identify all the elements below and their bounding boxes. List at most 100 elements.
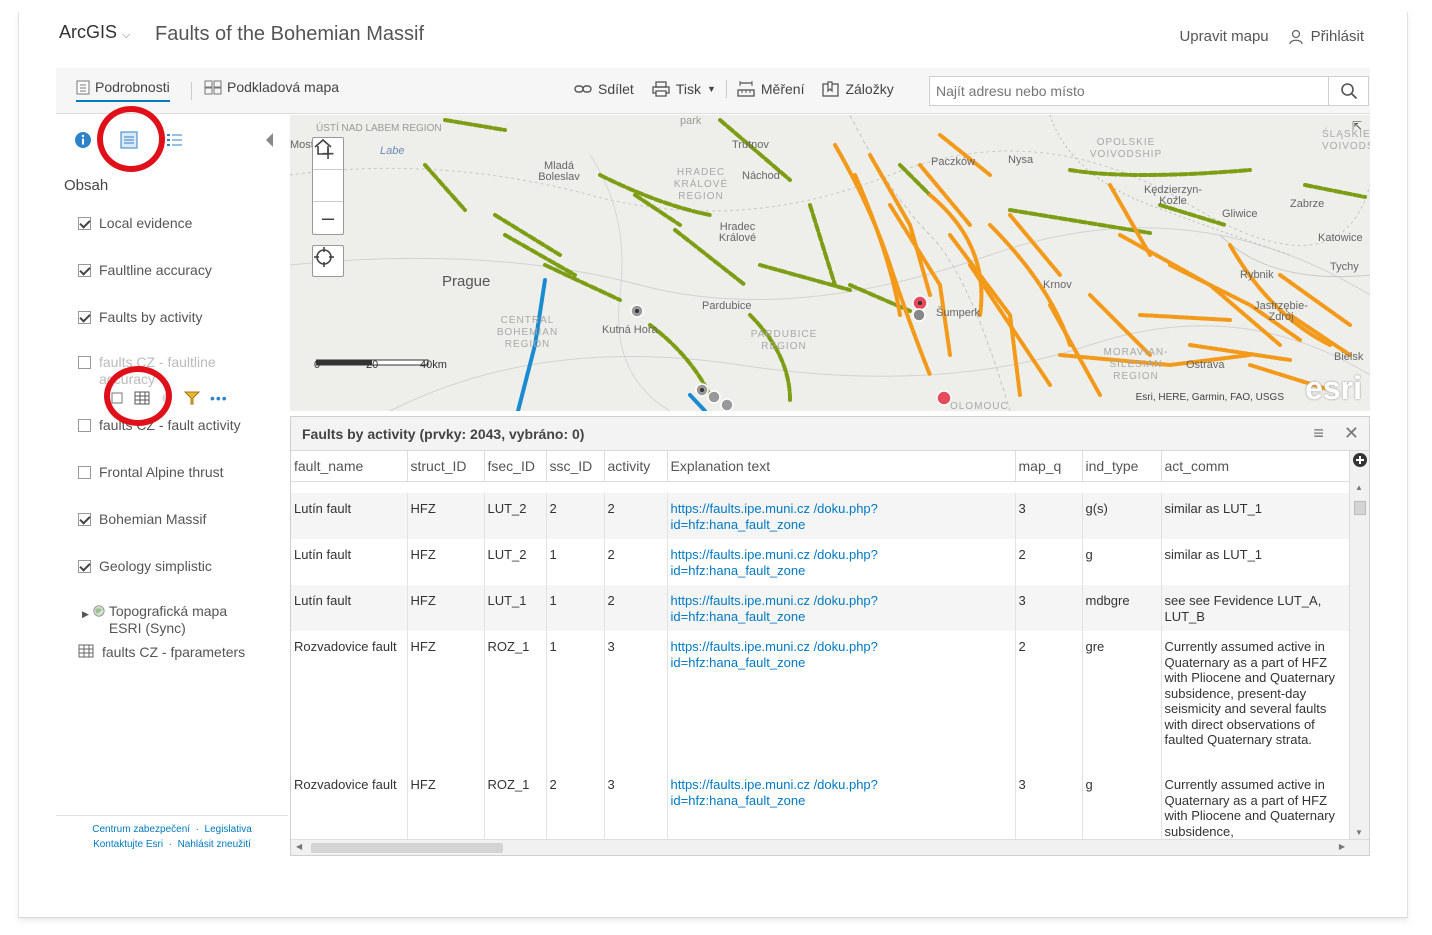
layer-checkbox[interactable]	[78, 513, 91, 526]
sign-in-label: Přihlásit	[1310, 28, 1364, 45]
column-header[interactable]: Explanation text	[667, 451, 1016, 482]
layer-item-basemap[interactable]: ▶ Topografická mapa ESRI (Sync)	[82, 603, 257, 637]
sign-in-link[interactable]: Přihlásit	[1288, 28, 1364, 45]
search-input[interactable]	[930, 77, 1328, 105]
table-row[interactable]: Lutín fault HFZ LUT_1 1 2 https://faults…	[291, 585, 1350, 631]
map-attribution[interactable]: Esri, HERE, Garmin, FAO, USGS	[1136, 392, 1284, 403]
highlight-circle-content	[97, 106, 165, 172]
footer-link[interactable]: Kontaktujte Esri	[93, 839, 163, 850]
search-button[interactable]	[1328, 77, 1368, 105]
scroll-right-icon[interactable]: ▶	[1339, 842, 1345, 851]
table-row[interactable]: Rozvadovice fault HFZ ROZ_1 2 3 https://…	[291, 769, 1350, 845]
vertical-scrollbar[interactable]: ▲ ▼	[1349, 451, 1369, 839]
scroll-thumb[interactable]	[311, 843, 503, 853]
map-label: Hradec Králové	[718, 221, 757, 244]
layer-checkbox[interactable]	[78, 217, 91, 230]
divider	[725, 80, 727, 98]
explanation-link[interactable]: https://faults.ipe.muni.cz /doku.php?id=…	[671, 501, 878, 532]
table-row[interactable]: Rozvadovice fault HFZ ROZ_1 1 3 https://…	[291, 631, 1350, 769]
layer-item[interactable]: Geology simplistic	[78, 558, 212, 575]
layer-checkbox[interactable]	[78, 311, 91, 324]
layer-item[interactable]: Local evidence	[78, 215, 192, 232]
layer-item[interactable]: Faults by activity	[78, 309, 202, 326]
print-label: Tisk	[675, 81, 701, 97]
map-label: Bielsk	[1334, 351, 1364, 363]
column-header[interactable]: fault_name	[291, 451, 408, 482]
cell: Lutín fault	[291, 585, 408, 631]
map-view[interactable]: ÚSTÍ NAD LABEM REGION Most Labe park Pra…	[290, 115, 1370, 411]
cell: Currently assumed active in Quaternary a…	[1161, 769, 1350, 845]
scroll-thumb[interactable]	[1354, 501, 1366, 515]
column-header[interactable]: map_q	[1015, 451, 1083, 482]
filter-icon[interactable]	[184, 391, 200, 405]
footer-link[interactable]: Legislativa	[205, 824, 252, 835]
layer-item-table[interactable]: faults CZ - fparameters	[78, 644, 245, 661]
column-header[interactable]: act_comm	[1161, 451, 1350, 482]
column-header[interactable]: struct_ID	[407, 451, 485, 482]
edit-map-link[interactable]: Upravit mapu	[1179, 28, 1268, 45]
layer-item[interactable]: Bohemian Massif	[78, 511, 206, 528]
share-button[interactable]: Sdílet	[574, 81, 634, 97]
cell: 3	[1015, 769, 1083, 845]
more-options-icon[interactable]: •••	[210, 390, 228, 406]
close-icon[interactable]: ✕	[1344, 423, 1359, 444]
layer-checkbox[interactable]	[78, 560, 91, 573]
map-label: Prague	[442, 273, 491, 290]
column-header[interactable]: ind_type	[1082, 451, 1162, 482]
column-header[interactable]: ssc_ID	[546, 451, 605, 482]
layer-checkbox[interactable]	[78, 419, 91, 432]
explanation-link[interactable]: https://faults.ipe.muni.cz /doku.php?id=…	[671, 593, 878, 624]
scroll-down-icon[interactable]: ▼	[1355, 828, 1363, 837]
print-button[interactable]: Tisk ▼	[652, 81, 716, 97]
tab-details[interactable]: Podrobnosti	[76, 79, 170, 102]
table-row[interactable]: Lutín fault HFZ LUT_2 2 2 https://faults…	[291, 493, 1350, 539]
basemap-icon	[204, 80, 222, 94]
map-label: Kędzierzyn-Koźle	[1143, 184, 1203, 207]
column-header[interactable]: fsec_ID	[484, 451, 547, 482]
scroll-left-icon[interactable]: ◀	[296, 842, 302, 851]
expand-arrow-icon[interactable]: ▶	[82, 606, 89, 623]
table-row[interactable]: Lutín fault HFZ LUT_2 1 2 https://faults…	[291, 539, 1350, 585]
map-label: ÚSTÍ NAD LABEM REGION	[316, 123, 442, 134]
column-header[interactable]: activity	[604, 451, 668, 482]
map-label: OPOLSKIE VOIVODSHIP	[1089, 137, 1163, 160]
bookmarks-label: Záložky	[845, 81, 894, 97]
layer-checkbox[interactable]	[78, 356, 91, 369]
cell: Rozvadovice fault	[291, 769, 408, 845]
legend-icon[interactable]	[166, 131, 184, 149]
bookmarks-button[interactable]: Záložky	[822, 81, 894, 97]
footer-link[interactable]: Centrum zabezpečení	[92, 824, 190, 835]
zoom-out-button[interactable]: –	[313, 202, 343, 234]
locate-button[interactable]	[312, 245, 344, 277]
zoom-controls: + –	[312, 137, 344, 235]
cell: HFZ	[407, 631, 485, 769]
explanation-link[interactable]: https://faults.ipe.muni.cz /doku.php?id=…	[671, 547, 878, 578]
explanation-link[interactable]: https://faults.ipe.muni.cz /doku.php?id=…	[671, 639, 878, 670]
layer-checkbox[interactable]	[78, 466, 91, 479]
cell: similar as LUT_1	[1161, 539, 1350, 585]
collapse-panel-icon[interactable]	[266, 133, 273, 147]
brand-label: ArcGIS	[59, 22, 118, 42]
cell: 3	[604, 631, 668, 769]
layer-item[interactable]: Faultline accuracy	[78, 262, 212, 279]
search-box	[929, 76, 1369, 106]
cell: g	[1082, 539, 1162, 585]
tab-details-label: Podrobnosti	[95, 79, 170, 95]
table-options-icon[interactable]: ≡	[1313, 423, 1324, 444]
scroll-up-icon[interactable]: ▲	[1355, 483, 1363, 492]
expand-map-icon[interactable]: ⇱	[1352, 119, 1362, 133]
layer-item[interactable]: faults CZ - fault activity	[78, 417, 241, 434]
footer-link[interactable]: Nahlásit zneužití	[178, 839, 251, 850]
layer-item[interactable]: Frontal Alpine thrust	[78, 464, 224, 481]
layer-checkbox[interactable]	[78, 264, 91, 277]
about-info-icon[interactable]	[74, 131, 92, 149]
explanation-link[interactable]: https://faults.ipe.muni.cz /doku.php?id=…	[671, 777, 878, 808]
tab-basemap[interactable]: Podkladová mapa	[204, 79, 339, 95]
measure-button[interactable]: Měření	[737, 81, 804, 97]
tab-basemap-label: Podkladová mapa	[227, 79, 340, 95]
highlight-circle-table	[104, 366, 172, 426]
arcgis-menu[interactable]: ArcGIS ⌵	[59, 22, 130, 43]
horizontal-scrollbar[interactable]: ◀ ▶	[291, 839, 1369, 855]
home-button[interactable]	[313, 138, 343, 202]
column-picker-icon[interactable]	[1350, 451, 1370, 471]
